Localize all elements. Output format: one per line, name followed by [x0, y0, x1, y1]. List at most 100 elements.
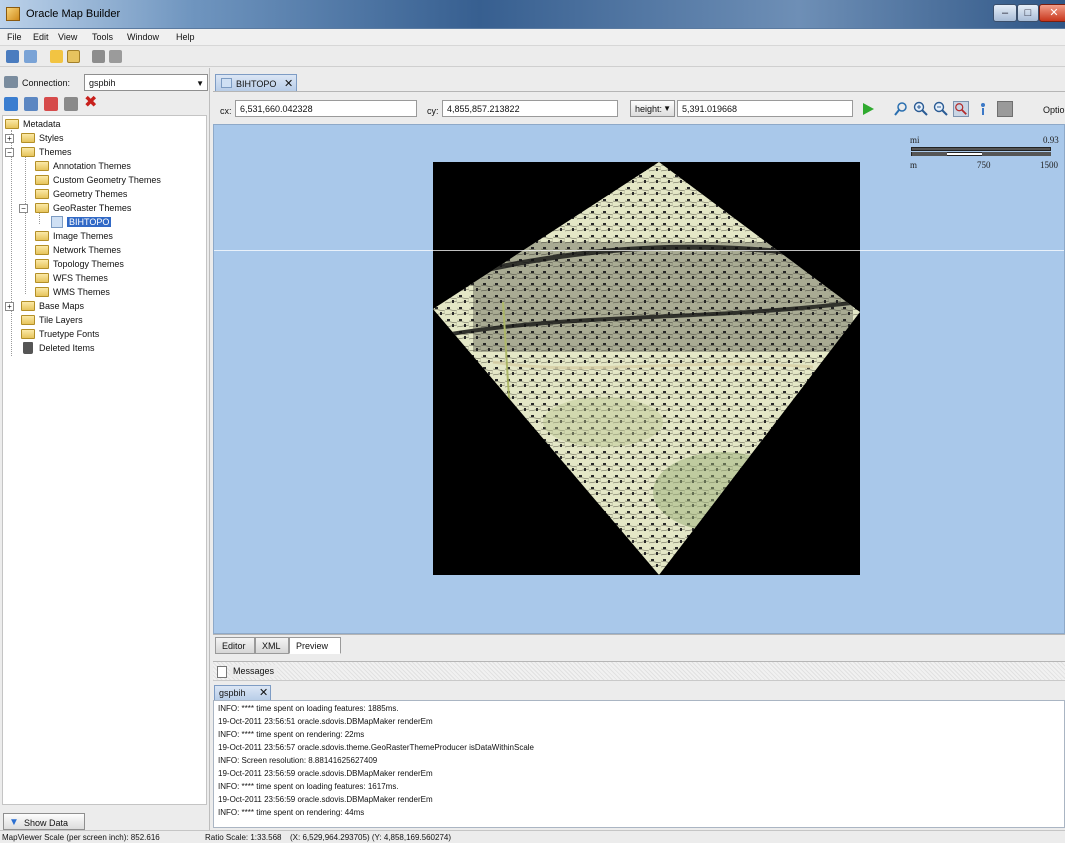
- folder-icon: [21, 329, 35, 339]
- menu-window[interactable]: Window: [127, 32, 159, 42]
- folder-open-icon: [35, 203, 49, 213]
- new-item-icon[interactable]: [44, 97, 58, 111]
- folder-icon: [35, 245, 49, 255]
- log-line: 19-Oct-2011 23:56:59 oracle.sdovis.DBMap…: [218, 795, 433, 804]
- new-file-icon[interactable]: [50, 50, 63, 63]
- zoom-out-icon[interactable]: [933, 101, 949, 117]
- folder-icon: [35, 161, 49, 171]
- trash-icon: [23, 342, 33, 354]
- message-log[interactable]: INFO: **** time spent on loading feature…: [213, 700, 1065, 828]
- main-toolbar: [0, 46, 1065, 67]
- app-icon: [6, 7, 20, 21]
- connection-select[interactable]: gspbih ▼: [84, 74, 208, 91]
- copy-icon[interactable]: [24, 97, 38, 111]
- cy-input[interactable]: 4,855,857.213822: [442, 100, 618, 117]
- folder-icon: [21, 301, 35, 311]
- folder-icon: [35, 259, 49, 269]
- status-bar: MapViewer Scale (per screen inch): 852.6…: [0, 830, 1065, 843]
- window-title: Oracle Map Builder: [26, 8, 121, 20]
- menu-file[interactable]: File: [7, 32, 22, 42]
- map-preview[interactable]: mi 0.93 m 750 1500: [213, 124, 1065, 634]
- maximize-button[interactable]: □: [1017, 4, 1039, 22]
- disconnect-icon[interactable]: [24, 50, 37, 63]
- metadata-panel: Connection: gspbih ▼ ✖ Metadata + Styles…: [0, 68, 210, 832]
- mapviewer-scale: MapViewer Scale (per screen inch): 852.6…: [2, 833, 160, 842]
- map-scale-bar: mi 0.93 m 750 1500: [910, 135, 1059, 170]
- play-icon[interactable]: [860, 101, 876, 117]
- tab-bihtopo[interactable]: BIHTOPO ✕: [215, 74, 297, 91]
- log-line: INFO: **** time spent on loading feature…: [218, 782, 399, 791]
- options-button[interactable]: Optio: [1043, 105, 1065, 115]
- connect-icon[interactable]: [6, 50, 19, 63]
- close-tab-icon[interactable]: ✕: [259, 686, 268, 699]
- tree-item-base-maps[interactable]: + Base Maps: [5, 300, 205, 313]
- tab-editor[interactable]: Editor: [215, 637, 255, 654]
- folder-icon: [21, 133, 35, 143]
- folder-icon: [35, 189, 49, 199]
- cx-label: cx:: [220, 106, 232, 116]
- save-all-icon[interactable]: [109, 50, 122, 63]
- refresh-icon[interactable]: [4, 97, 18, 111]
- log-line: 19-Oct-2011 23:56:59 oracle.sdovis.DBMap…: [218, 769, 433, 778]
- folder-icon: [35, 231, 49, 241]
- tree-item-georaster-themes[interactable]: − GeoRaster Themes: [19, 202, 199, 215]
- close-tab-icon[interactable]: ✕: [284, 77, 293, 90]
- cy-label: cy:: [427, 106, 439, 116]
- minimize-button[interactable]: –: [993, 4, 1017, 22]
- save-icon[interactable]: [92, 50, 105, 63]
- connection-value: gspbih: [89, 78, 116, 88]
- show-data-button[interactable]: ▼ Show Data: [3, 813, 85, 830]
- window-title-bar: Oracle Map Builder – □ ✕: [0, 0, 1065, 29]
- tab-xml[interactable]: XML: [255, 637, 289, 654]
- menu-bar: File Edit View Tools Window Help: [0, 29, 1065, 46]
- pan-icon[interactable]: [893, 101, 909, 117]
- stop-icon[interactable]: [997, 101, 1013, 117]
- menu-edit[interactable]: Edit: [33, 32, 49, 42]
- cx-input[interactable]: 6,531,660.042328: [235, 100, 417, 117]
- open-folder-icon[interactable]: [67, 50, 80, 63]
- folder-icon: [5, 119, 19, 129]
- raster-theme-icon: [51, 216, 63, 228]
- expand-icon[interactable]: +: [5, 302, 14, 311]
- tree-actions: ✖: [4, 95, 204, 115]
- expand-icon[interactable]: +: [5, 134, 14, 143]
- properties-icon[interactable]: [64, 97, 78, 111]
- collapse-icon[interactable]: −: [19, 204, 28, 213]
- info-icon[interactable]: [975, 101, 991, 117]
- log-line: INFO: **** time spent on rendering: 44ms: [218, 808, 365, 817]
- tab-gspbih-messages[interactable]: gspbih ✕: [214, 685, 271, 700]
- connection-icon: [4, 76, 18, 88]
- tree-item-styles[interactable]: + Styles: [5, 132, 205, 145]
- folder-open-icon: [21, 147, 35, 157]
- cursor-coordinates: (X: 6,529,964.293705) (Y: 4,858,169.5602…: [290, 833, 452, 842]
- view-tabs: Editor XML Preview: [213, 634, 1065, 656]
- document-icon: [217, 666, 227, 678]
- messages-panel-header: Messages: [213, 661, 1065, 681]
- height-input[interactable]: 5,391.019668: [677, 100, 853, 117]
- folder-icon: [21, 315, 35, 325]
- zoom-area-icon[interactable]: [953, 101, 969, 117]
- metadata-tree: Metadata + Styles − Themes Annotation Th…: [2, 115, 207, 805]
- collapse-icon[interactable]: −: [5, 148, 14, 157]
- zoom-in-icon[interactable]: [913, 101, 929, 117]
- chevron-down-icon: ▼: [663, 104, 671, 113]
- height-select[interactable]: height: ▼: [630, 100, 675, 117]
- log-line: INFO: **** time spent on rendering: 22ms: [218, 730, 365, 739]
- messages-title: Messages: [230, 665, 278, 677]
- map-crosshair-line: [214, 250, 1064, 251]
- menu-help[interactable]: Help: [176, 32, 195, 42]
- log-line: INFO: **** time spent on loading feature…: [218, 704, 399, 713]
- raster-image-frame: [433, 162, 860, 575]
- menu-tools[interactable]: Tools: [92, 32, 113, 42]
- menu-view[interactable]: View: [58, 32, 77, 42]
- tree-item-themes[interactable]: − Themes: [5, 146, 205, 159]
- tab-preview[interactable]: Preview: [289, 637, 341, 654]
- log-line: 19-Oct-2011 23:56:57 oracle.sdovis.theme…: [218, 743, 535, 752]
- topographic-map-raster: [433, 162, 860, 575]
- raster-theme-icon: [221, 78, 232, 88]
- connection-row: Connection: gspbih ▼: [4, 74, 208, 92]
- delete-icon[interactable]: ✖: [84, 95, 97, 111]
- log-line: INFO: Screen resolution: 8.8814162562740…: [218, 756, 378, 765]
- close-window-button[interactable]: ✕: [1039, 4, 1065, 22]
- folder-icon: [35, 273, 49, 283]
